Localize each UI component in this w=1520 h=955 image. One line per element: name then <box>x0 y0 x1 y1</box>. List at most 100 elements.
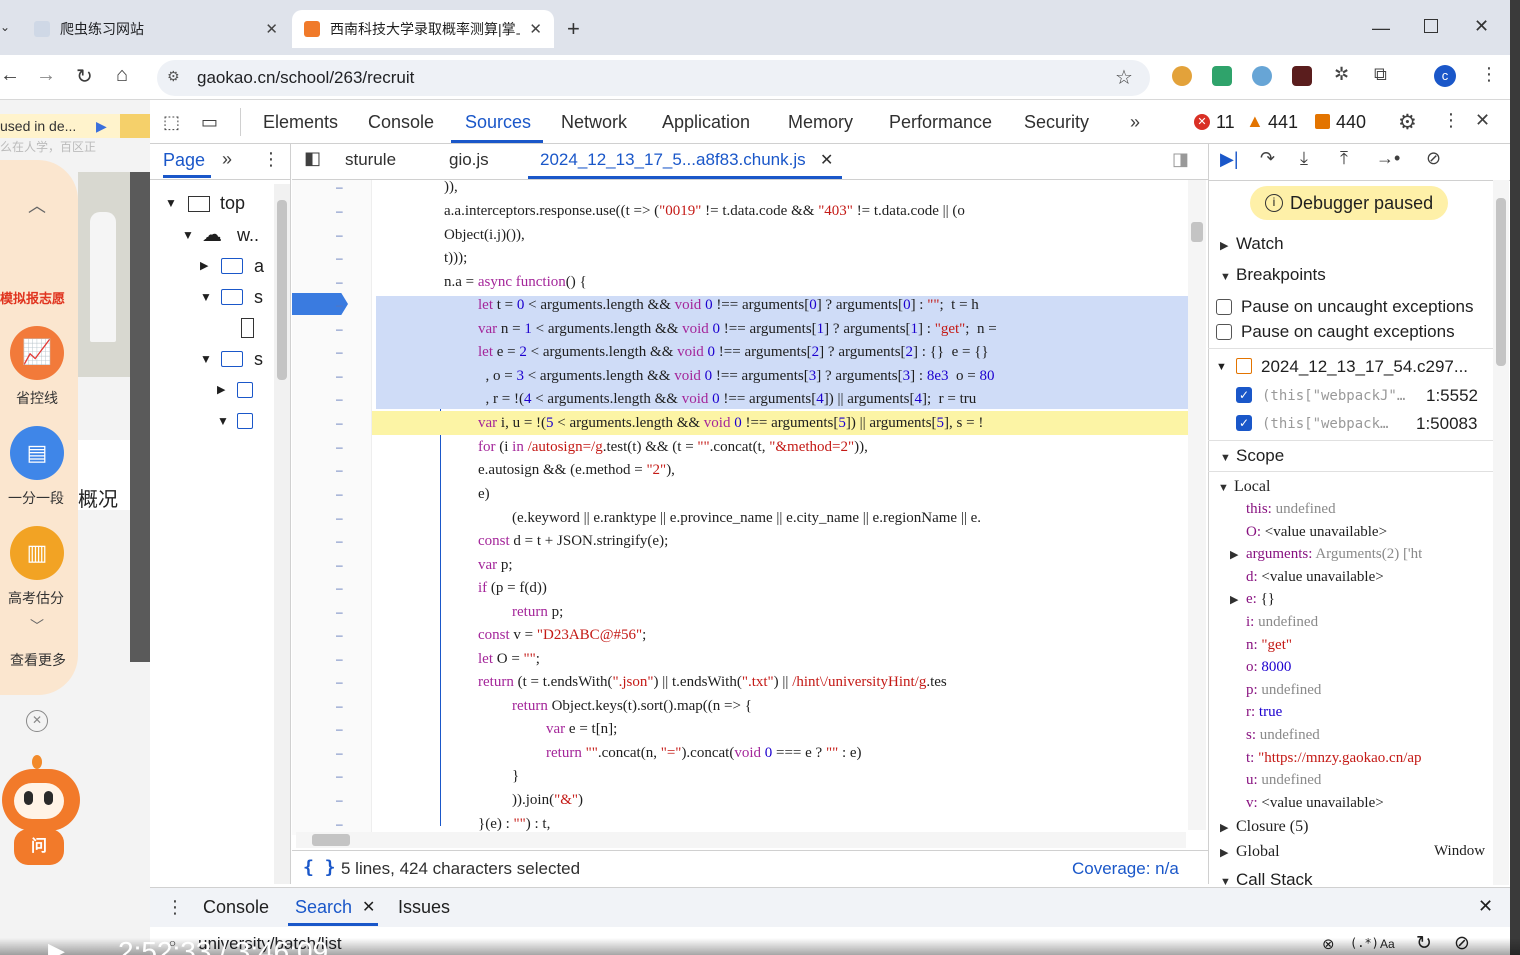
drawer-tab-search[interactable]: Search <box>295 897 352 918</box>
line-marker[interactable]: – <box>336 345 343 359</box>
back-icon[interactable]: ← <box>0 64 20 87</box>
code-line[interactable]: Object(i.j)()), <box>444 224 525 247</box>
line-marker[interactable]: – <box>336 463 343 477</box>
file-tab-chunk[interactable]: 2024_12_13_17_5...a8f83.chunk.js <box>540 150 806 170</box>
code-line[interactable]: )).join("&") <box>512 789 583 812</box>
breakpoint-file[interactable]: 2024_12_13_17_54.c297... <box>1261 357 1468 377</box>
tree-collapse-icon[interactable]: ▶ <box>200 259 208 272</box>
code-line[interactable]: let e = 2 < arguments.length && void 0 !… <box>478 341 989 364</box>
settings-gear-icon[interactable]: ⚙ <box>1398 110 1417 135</box>
code-line[interactable]: var i, u = !(5 < arguments.length && voi… <box>478 412 983 435</box>
code-line[interactable]: e.autosign && (e.method = "2"), <box>478 459 675 482</box>
extension-4320-icon[interactable] <box>1292 66 1312 86</box>
global-scope[interactable]: ▶ Global <box>1220 843 1280 861</box>
code-line[interactable]: a.a.interceptors.response.use((t => ("00… <box>444 200 965 223</box>
line-marker[interactable]: – <box>336 322 343 336</box>
more-tabs-icon[interactable]: » <box>1130 112 1140 133</box>
address-bar[interactable]: ⚙ gaokao.cn/school/263/recruit ☆ <box>157 60 1150 96</box>
pause-uncaught-checkbox[interactable] <box>1216 299 1232 315</box>
closure-scope[interactable]: ▶ Closure (5) <box>1220 818 1308 836</box>
breakpoint-checkbox[interactable]: ✓ <box>1236 387 1252 403</box>
line-marker[interactable]: – <box>336 204 343 218</box>
scope-variable-row[interactable]: d: <value unavailable> <box>1230 569 1384 586</box>
error-icon[interactable]: ✕ <box>1194 114 1210 130</box>
line-marker[interactable]: – <box>336 605 343 619</box>
line-marker[interactable]: – <box>336 817 343 831</box>
scope-section[interactable]: ▼ Scope <box>1220 446 1284 466</box>
scope-variable-row[interactable]: O: <value unavailable> <box>1230 524 1387 541</box>
line-marker[interactable]: – <box>336 581 343 595</box>
deactivate-breakpoints-icon[interactable]: ⊘ <box>1426 148 1441 169</box>
chevron-down-icon[interactable]: ﹀ <box>30 616 44 636</box>
code-line[interactable]: const v = "D23ABC@#56"; <box>478 624 646 647</box>
line-marker[interactable]: – <box>336 793 343 807</box>
line-marker[interactable]: – <box>336 769 343 783</box>
close-devtools-icon[interactable]: ✕ <box>1475 110 1490 131</box>
line-marker[interactable]: – <box>336 392 343 406</box>
tree-item-folder[interactable]: s <box>254 287 263 308</box>
line-marker[interactable]: – <box>336 275 343 289</box>
issues-count[interactable]: 440 <box>1336 112 1366 133</box>
close-window-icon[interactable]: ✕ <box>1474 16 1489 37</box>
devtools-menu-icon[interactable]: ⋮ <box>1442 110 1460 131</box>
line-marker[interactable]: – <box>336 511 343 525</box>
scope-variable-row[interactable]: p: undefined <box>1230 682 1321 699</box>
scope-variable-row[interactable]: u: undefined <box>1230 772 1321 789</box>
mascot-robot-icon[interactable]: 问 <box>0 755 82 865</box>
code-line[interactable]: for (i in /autosign=/g.test(t) && (t = "… <box>478 436 868 459</box>
scope-variable-row[interactable]: v: <value unavailable> <box>1230 795 1384 812</box>
tree-item-folder[interactable]: a <box>254 256 264 277</box>
tree-item-origin[interactable]: w.. <box>237 225 259 246</box>
editor-hscroll-thumb[interactable] <box>312 834 350 846</box>
code-line[interactable]: )), <box>444 176 458 199</box>
step-out-icon[interactable]: ⤒ <box>1340 148 1348 169</box>
scope-variable-row[interactable]: i: undefined <box>1230 614 1318 631</box>
editor-hscrollbar[interactable] <box>296 832 1186 848</box>
extension-bug-icon[interactable]: ✲ <box>1334 64 1349 85</box>
code-line[interactable]: , o = 3 < arguments.length && void 0 !==… <box>478 365 995 388</box>
editor-vscrollbar[interactable] <box>1188 180 1206 830</box>
tool-label[interactable]: 一分一段 <box>8 488 64 508</box>
code-line[interactable]: return Object.keys(t).sort().map((n => { <box>512 695 752 718</box>
tab-memory[interactable]: Memory <box>788 112 853 133</box>
line-marker[interactable]: – <box>336 675 343 689</box>
scope-variable-row[interactable]: ▶ e: {} <box>1230 591 1275 608</box>
tab-sources[interactable]: Sources <box>465 112 531 133</box>
resume-icon[interactable]: ▶| <box>1220 149 1239 170</box>
line-marker[interactable]: – <box>336 487 343 501</box>
browser-tab-gaokao[interactable]: 西南科技大学录取概率测算|掌上 ✕ <box>292 10 554 48</box>
reload-icon[interactable]: ↻ <box>76 64 93 89</box>
promo-label[interactable]: 模拟报志愿 <box>0 288 65 307</box>
tab-page[interactable]: Page <box>163 150 205 171</box>
more-navigator-tabs-icon[interactable]: » <box>222 149 232 170</box>
tab-security[interactable]: Security <box>1024 112 1089 133</box>
line-marker[interactable]: – <box>336 722 343 736</box>
breakpoint-checkbox[interactable]: ✓ <box>1236 415 1252 431</box>
code-line[interactable]: , r = !(4 < arguments.length && void 0 !… <box>478 388 977 411</box>
scope-variable-row[interactable]: s: undefined <box>1230 727 1320 744</box>
close-tab-icon[interactable]: ✕ <box>529 20 542 38</box>
extension-shield-icon[interactable] <box>1172 66 1192 86</box>
forward-icon[interactable]: → <box>36 64 56 87</box>
code-line[interactable]: return "".concat(n, "=").concat(void 0 =… <box>546 742 862 765</box>
close-file-tab-icon[interactable]: ✕ <box>820 150 833 170</box>
issues-icon[interactable] <box>1315 114 1330 129</box>
tool-label[interactable]: 高考估分 <box>8 588 64 608</box>
breakpoint-location[interactable]: 1:5552 <box>1426 386 1478 406</box>
line-marker[interactable]: – <box>336 652 343 666</box>
step-icon[interactable]: →• <box>1376 148 1400 169</box>
breakpoint-location[interactable]: 1:50083 <box>1416 414 1477 434</box>
code-line[interactable]: } <box>512 765 519 788</box>
file-tab-gio[interactable]: gio.js <box>449 150 489 170</box>
scope-variable-row[interactable]: o: 8000 <box>1230 659 1291 676</box>
line-marker[interactable]: – <box>336 440 343 454</box>
code-line[interactable]: return (t = t.endsWith(".json") || t.end… <box>478 671 947 694</box>
tool-label[interactable]: 省控线 <box>16 388 58 408</box>
site-scrollbar[interactable] <box>130 172 150 662</box>
home-icon[interactable]: ⌂ <box>116 64 128 87</box>
code-line[interactable]: const d = t + JSON.stringify(e); <box>478 530 668 553</box>
tree-expand-icon[interactable]: ▼ <box>200 290 212 304</box>
play-icon[interactable]: ▶ <box>96 118 107 135</box>
tree-item-folder[interactable]: s <box>254 349 263 370</box>
coverage-status[interactable]: Coverage: n/a <box>1072 859 1179 879</box>
